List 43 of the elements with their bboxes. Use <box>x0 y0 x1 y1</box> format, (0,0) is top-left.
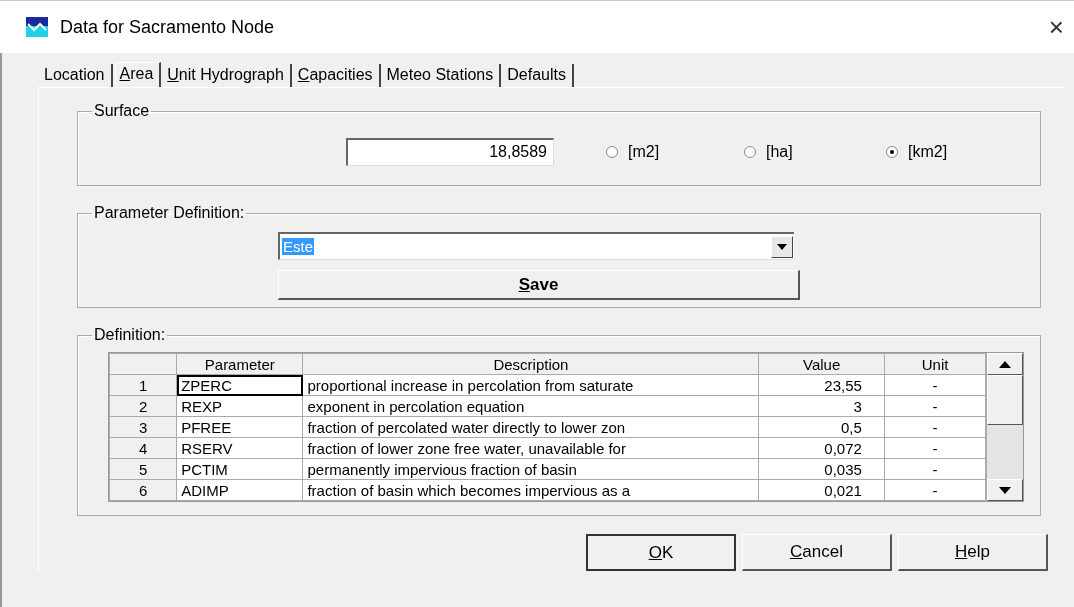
app-icon <box>24 16 50 38</box>
radio-label[interactable]: [km2] <box>908 143 948 161</box>
table-cell[interactable]: fraction of lower zone free water, unavailable for <box>302 437 759 459</box>
group-title: Surface <box>93 102 151 120</box>
radio-button[interactable] <box>744 146 756 158</box>
close-button[interactable]: × <box>1048 14 1064 40</box>
row-number: 5 <box>109 458 177 480</box>
column-header[interactable]: Unit <box>884 353 986 375</box>
column-header[interactable]: Value <box>758 353 885 375</box>
tab[interactable]: Defaults <box>503 64 574 87</box>
radio-button[interactable] <box>606 146 618 158</box>
column-header[interactable]: Description <box>302 353 759 375</box>
dialog-button[interactable]: Cancel <box>742 534 892 571</box>
tab[interactable]: Area <box>114 62 162 87</box>
table-cell[interactable]: fraction of basin which becomes impervious as a <box>302 479 759 501</box>
row-number: 3 <box>109 416 177 438</box>
column-header[interactable]: Parameter <box>176 353 303 375</box>
surface-field[interactable]: 18,8589 <box>346 138 554 166</box>
dialog-button[interactable]: Help <box>898 534 1048 571</box>
tab[interactable]: Location <box>40 64 113 87</box>
group-title: Definition: <box>93 326 167 344</box>
row-number: 4 <box>109 437 177 459</box>
save-button[interactable]: Save <box>278 270 800 300</box>
scroll-up-icon[interactable] <box>987 353 1023 375</box>
row-number: 1 <box>109 374 177 396</box>
dialog-button[interactable]: OK <box>586 534 736 571</box>
scroll-thumb[interactable] <box>987 375 1023 425</box>
tab[interactable]: Capacities <box>293 64 381 87</box>
group-title: Parameter Definition: <box>93 204 246 222</box>
vertical-scrollbar[interactable] <box>986 353 1023 501</box>
table-cell[interactable]: fraction of percolated water directly to lower zon <box>302 416 759 438</box>
row-number: 2 <box>109 395 177 417</box>
tab[interactable]: Meteo Stations <box>382 64 502 87</box>
window-title: Data for Sacramento Node <box>60 16 276 38</box>
radio-label[interactable]: [m2] <box>628 143 660 161</box>
radio-button[interactable] <box>886 146 898 158</box>
table-cell[interactable]: proportional increase in percolation from saturate <box>302 374 759 396</box>
table-cell[interactable]: permanently impervious fraction of basin <box>302 458 759 480</box>
scroll-down-icon[interactable] <box>987 479 1023 501</box>
tab[interactable]: Unit Hydrograph <box>163 64 292 87</box>
row-number: 6 <box>109 479 177 501</box>
radio-label[interactable]: [ha] <box>766 143 793 161</box>
table-cell[interactable]: exponent in percolation equation <box>302 395 759 417</box>
